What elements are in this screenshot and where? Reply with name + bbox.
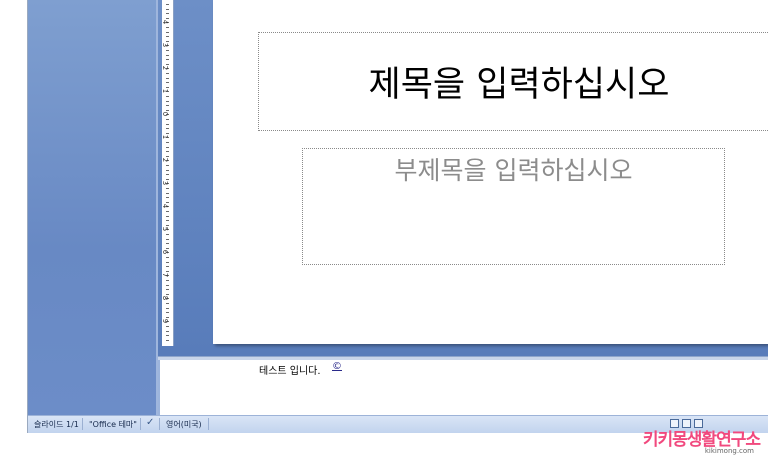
ruler-tick [166,50,169,51]
ruler-tick [166,36,169,38]
ruler-tick [166,188,169,189]
ruler-tick [166,201,169,203]
ruler-number: 8 [161,295,170,301]
ruler-tick [166,280,169,281]
title-placeholder-text: 제목을 입력하십시오 [368,65,670,105]
window-left-margin [0,0,28,461]
ruler-tick [166,220,169,222]
ruler-tick [166,165,169,166]
ruler-tick [166,270,169,272]
ruler-tick [166,31,169,33]
ruler-tick [166,284,169,286]
slide-canvas[interactable]: 제목을 입력하십시오 부제목을 입력하십시오 [213,0,768,344]
slides-pane[interactable] [28,0,158,415]
vertical-ruler[interactable]: 4 3 2 1 0 1 2 3 4 5 6 7 8 9 [161,0,174,346]
language-indicator[interactable]: 영어(미국) [166,419,202,430]
ruler-tick [166,293,169,295]
status-separator [82,418,83,430]
ruler-tick [166,174,169,176]
ruler-number: 5 [161,226,170,232]
proofing-check-icon[interactable]: ✓ [146,417,154,428]
ruler-tick [166,266,169,268]
ruler-tick [166,132,169,134]
ruler-number: 9 [161,318,170,324]
ruler-tick [166,119,169,120]
ruler-tick [166,169,169,171]
ruler-tick [166,4,169,5]
ruler-tick [166,82,169,84]
ruler-tick [166,261,169,263]
ruler-tick [166,326,169,327]
ruler-number: 2 [161,157,170,163]
ruler-tick [166,128,169,130]
ruler-number: 7 [161,272,170,278]
ruler-number: 3 [161,180,170,186]
status-separator [208,418,209,430]
ruler-tick [166,215,169,217]
ruler-number: 0 [161,111,170,117]
ruler-tick [166,330,169,332]
ruler-tick [166,238,169,240]
ruler-tick [166,316,169,318]
ruler-tick [166,234,169,235]
ruler-tick [166,109,169,111]
ruler-tick [166,178,169,180]
ruler-tick [166,303,169,304]
ruler-tick [166,86,169,88]
ruler-tick [166,100,169,102]
ruler-number: 2 [161,65,170,71]
subtitle-placeholder[interactable]: 부제목을 입력하십시오 [302,148,725,265]
slide-counter[interactable]: 슬라이드 1/1 [34,419,79,430]
ruler-tick [166,146,169,148]
status-separator [159,418,160,430]
watermark: 키키몽생활연구소 kikimong.com [632,413,768,457]
watermark-url: kikimong.com [704,447,754,455]
ruler-tick [166,151,169,153]
ruler-tick [166,247,169,249]
ruler-tick [166,13,169,15]
ruler-tick [166,54,169,56]
ruler-tick [166,105,169,107]
ruler-number: 4 [161,19,170,25]
ruler-tick [166,155,169,157]
status-separator [140,418,141,430]
ruler-tick [166,59,169,61]
ruler-tick [166,211,169,212]
subtitle-placeholder-text: 부제목을 입력하십시오 [394,156,633,185]
ruler-tick [166,123,169,125]
ruler-number: 4 [161,203,170,209]
ruler-tick [166,257,169,258]
ruler-number: 1 [161,88,170,94]
ruler-tick [166,96,169,97]
ruler-tick [166,63,169,65]
ruler-tick [166,192,169,194]
ruler-tick [166,243,169,245]
ruler-tick [166,312,169,314]
ruler-tick [166,289,169,291]
ruler-tick [166,40,169,42]
ruler-number: 1 [161,134,170,140]
ruler-tick [166,17,169,19]
ruler-number: 3 [161,42,170,48]
ruler-tick [166,197,169,199]
notes-text: 테스트 입니다. [259,366,321,377]
ruler-tick [166,8,169,10]
notes-cursor-mark: © [332,361,342,372]
title-placeholder[interactable]: 제목을 입력하십시오 [258,32,768,131]
ruler-tick [166,339,169,341]
ruler-tick [166,27,169,28]
ruler-tick [166,335,169,337]
ruler-tick [166,73,169,74]
ruler-number: 6 [161,249,170,255]
ruler-tick [166,77,169,79]
ruler-tick [166,142,169,143]
ruler-tick [166,224,169,226]
ruler-tick [166,307,169,309]
notes-pane[interactable]: 테스트 입니다. © [158,360,768,415]
theme-name[interactable]: "Office 테마" [89,419,137,430]
